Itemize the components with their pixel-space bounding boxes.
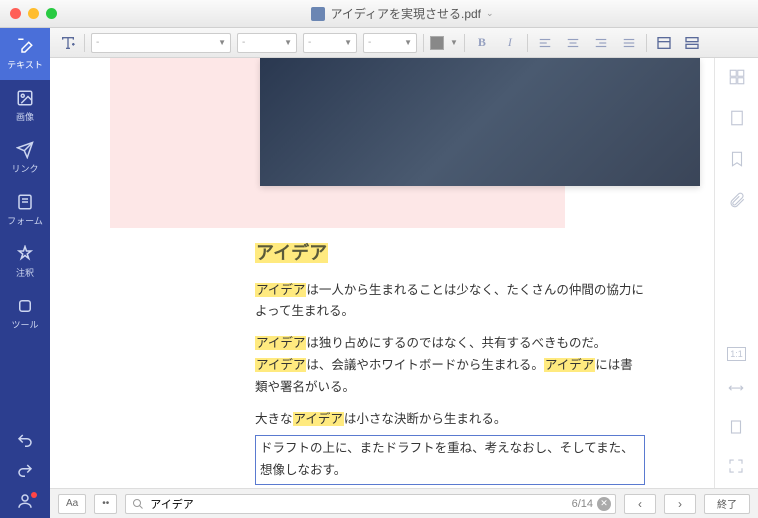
sidebar-label: リンク xyxy=(11,162,38,175)
sidebar-item-form[interactable]: フォーム xyxy=(0,184,50,236)
title-text: アイディアを実現させる.pdf xyxy=(330,5,481,22)
link-icon xyxy=(16,141,34,159)
sidebar-label: 注釈 xyxy=(16,266,34,279)
page-view-button[interactable] xyxy=(728,109,746,130)
chevron-down-icon: ▼ xyxy=(404,38,412,47)
search-count: 6/14 xyxy=(572,498,593,510)
sidebar-item-link[interactable]: リンク xyxy=(0,132,50,184)
align-right-button[interactable] xyxy=(590,33,612,53)
text-edit-icon xyxy=(16,37,34,55)
fit-page-button[interactable]: 1:1 xyxy=(727,347,746,361)
hero-image xyxy=(260,58,700,186)
sidebar-item-text[interactable]: テキスト xyxy=(0,28,50,80)
font-size-dropdown[interactable]: -▼ xyxy=(303,33,357,53)
right-rail: 1:1 xyxy=(714,58,758,488)
document-text[interactable]: アイデア アイデアは一人から生まれることは少なく、たくさんの仲間の協力によって生… xyxy=(255,238,645,488)
line-mode-button[interactable] xyxy=(681,33,703,53)
search-options-button[interactable]: •• xyxy=(94,494,117,514)
fit-width-button[interactable] xyxy=(727,379,745,400)
search-clear-button[interactable]: ✕ xyxy=(597,497,611,511)
align-center-button[interactable] xyxy=(562,33,584,53)
title-dropdown-icon[interactable]: ⌄ xyxy=(486,8,494,19)
bookmark-button[interactable] xyxy=(728,150,746,171)
align-left-button[interactable] xyxy=(534,33,556,53)
sidebar-item-tools[interactable]: ツール xyxy=(0,288,50,340)
font-size2-dropdown[interactable]: -▼ xyxy=(363,33,417,53)
pdf-file-icon xyxy=(311,7,325,21)
sidebar-label: テキスト xyxy=(7,58,43,71)
undo-button[interactable] xyxy=(16,432,34,450)
sidebar-label: フォーム xyxy=(7,214,43,227)
redo-button[interactable] xyxy=(16,462,34,480)
image-icon xyxy=(16,89,34,107)
font-style-dropdown[interactable]: -▼ xyxy=(237,33,297,53)
search-input[interactable] xyxy=(150,498,609,510)
sidebar-item-annotate[interactable]: 注釈 xyxy=(0,236,50,288)
chevron-down-icon: ▼ xyxy=(344,38,352,47)
color-dropdown-icon[interactable]: ▼ xyxy=(450,38,458,47)
tools-icon xyxy=(16,297,34,315)
annotate-icon xyxy=(16,245,34,263)
titlebar: アイディアを実現させる.pdf ⌄ xyxy=(0,0,758,28)
maximize-window[interactable] xyxy=(46,8,57,19)
close-window[interactable] xyxy=(10,8,21,19)
form-icon xyxy=(16,193,34,211)
page-layout-button[interactable] xyxy=(727,418,745,439)
font-family-dropdown[interactable]: -▼ xyxy=(91,33,231,53)
chevron-down-icon: ▼ xyxy=(284,38,292,47)
account-button[interactable] xyxy=(16,492,34,510)
search-icon xyxy=(132,498,144,510)
search-close-button[interactable]: 終了 xyxy=(704,494,750,514)
bold-button[interactable]: B xyxy=(471,33,493,53)
sidebar-item-image[interactable]: 画像 xyxy=(0,80,50,132)
window-controls xyxy=(10,8,57,19)
notification-dot xyxy=(31,492,37,498)
window-title: アイディアを実現させる.pdf ⌄ xyxy=(57,5,748,22)
text-edit-selection[interactable]: ドラフトの上に、またドラフトを重ね、考えなおし、そしてまた、想像しなおす。 xyxy=(255,435,645,485)
search-input-wrap: 6/14 ✕ xyxy=(125,494,616,514)
paragraph-mode-button[interactable] xyxy=(653,33,675,53)
add-text-button[interactable] xyxy=(58,33,78,53)
attachments-button[interactable] xyxy=(728,191,746,212)
format-toolbar: -▼ -▼ -▼ -▼ ▼ B I xyxy=(50,28,758,58)
sidebar-label: 画像 xyxy=(16,110,34,123)
left-sidebar: テキスト 画像 リンク フォーム 注釈 ツール xyxy=(0,28,50,518)
search-next-button[interactable]: › xyxy=(664,494,696,514)
document-area[interactable]: アイデア アイデアは一人から生まれることは少なく、たくさんの仲間の協力によって生… xyxy=(50,58,758,488)
minimize-window[interactable] xyxy=(28,8,39,19)
color-swatch[interactable] xyxy=(430,36,444,50)
thumbnails-button[interactable] xyxy=(728,68,746,89)
fullscreen-button[interactable] xyxy=(727,457,745,478)
search-prev-button[interactable]: ‹ xyxy=(624,494,656,514)
match-case-button[interactable]: Aa xyxy=(58,494,86,514)
search-bar: Aa •• 6/14 ✕ ‹ › 終了 xyxy=(50,488,758,518)
sidebar-label: ツール xyxy=(11,318,38,331)
heading-highlight: アイデア xyxy=(255,243,328,263)
chevron-down-icon: ▼ xyxy=(218,38,226,47)
italic-button[interactable]: I xyxy=(499,33,521,53)
align-justify-button[interactable] xyxy=(618,33,640,53)
